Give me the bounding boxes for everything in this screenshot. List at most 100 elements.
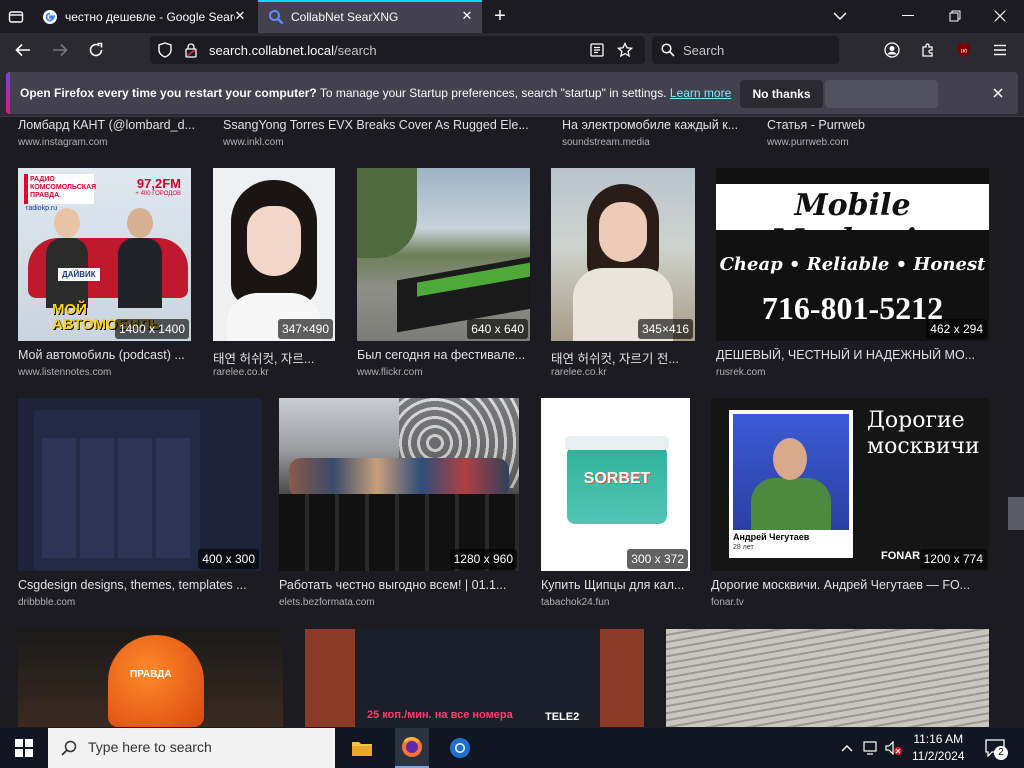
scrollbar-thumb[interactable]	[1008, 497, 1024, 530]
image-resolution: 347×490	[277, 319, 333, 339]
result-caption[interactable]: Мой автомобиль (podcast) ...	[18, 348, 193, 362]
result-domain: www.instagram.com	[18, 137, 108, 148]
new-tab-icon[interactable]: +	[490, 5, 510, 27]
result-caption[interactable]: Статья - Purrweb	[767, 118, 967, 132]
volume-muted-icon[interactable]	[884, 738, 904, 758]
result-image[interactable]: 640 x 640	[357, 168, 530, 341]
result-caption[interactable]: 태연 허쉬컷, 자르...	[213, 348, 337, 367]
result-image[interactable]: 347×490	[213, 168, 335, 341]
search-icon	[268, 9, 284, 25]
menu-icon[interactable]	[990, 40, 1010, 60]
poster-brand: FONAR	[881, 550, 921, 562]
browser-taskbar-icon[interactable]	[448, 736, 472, 760]
result-domain: www.inkl.com	[223, 137, 284, 148]
close-tab-icon[interactable]: ✕	[460, 9, 474, 23]
result-caption[interactable]: SsangYong Torres EVX Breaks Cover As Rug…	[223, 118, 543, 132]
microphone-label: ПРАВДА	[130, 669, 172, 680]
result-image[interactable]: SORBET 300 x 372	[541, 398, 690, 571]
result-caption[interactable]: На электромобиле каждый к...	[562, 118, 747, 132]
navigation-toolbar: search.collabnet.local/search Search uo	[0, 33, 1024, 67]
reader-view-icon[interactable]	[588, 41, 606, 59]
result-domain: rarelee.co.kr	[213, 367, 269, 378]
result-image[interactable]: Mobile Mechanic Cheap • Reliable • Hones…	[716, 168, 989, 341]
back-icon[interactable]	[13, 40, 33, 60]
windows-start-icon[interactable]	[14, 738, 34, 758]
tab-title: CollabNet SearXNG	[291, 9, 399, 24]
photo-people	[289, 458, 509, 498]
result-image[interactable]: Андрей Чегутаев 28 лет Дорогие москвичи …	[711, 398, 989, 571]
poster-name: Андрей Чегутаев	[733, 532, 810, 542]
result-caption[interactable]: 태연 허쉬컷, 자르기 전...	[551, 348, 697, 367]
taskbar-search-box[interactable]: Type here to search	[48, 728, 335, 768]
poster-header: РАДИО КОМСОМОЛЬСКАЯ ПРАВДА	[24, 174, 96, 204]
set-startup-button[interactable]	[825, 80, 938, 108]
learn-more-link[interactable]: Learn more	[670, 86, 731, 100]
result-domain: elets.bezformata.com	[279, 597, 375, 608]
restore-icon[interactable]	[945, 6, 965, 26]
result-image[interactable]: 400 x 300	[18, 398, 261, 571]
reload-icon[interactable]	[86, 40, 106, 60]
window-close-icon[interactable]	[990, 6, 1010, 26]
image-resolution: 1200 x 774	[919, 549, 987, 569]
result-image[interactable]: 1280 x 960	[279, 398, 519, 571]
close-notification-icon[interactable]	[989, 84, 1007, 102]
result-domain: www.purrweb.com	[767, 137, 849, 148]
minimize-icon[interactable]	[898, 6, 918, 26]
bookmark-star-icon[interactable]	[616, 41, 634, 59]
tab-searxng[interactable]: CollabNet SearXNG ✕	[258, 0, 482, 33]
result-image[interactable]: РАДИО КОМСОМОЛЬСКАЯ ПРАВДА 97,2FM + 400 …	[18, 168, 191, 341]
tab-bar: честно дешевле - Google Search ✕ CollabN…	[0, 0, 1024, 33]
tab-list-icon[interactable]	[830, 6, 850, 26]
search-bar[interactable]: Search	[652, 36, 839, 64]
search-placeholder: Search	[683, 43, 725, 58]
image-resolution: 1280 x 960	[449, 549, 517, 569]
result-caption[interactable]: Был сегодня на фестивале...	[357, 348, 533, 362]
tab-google-search[interactable]: честно дешевле - Google Search ✕	[32, 0, 255, 33]
portrait-face	[247, 206, 301, 276]
result-domain: fonar.tv	[711, 597, 744, 608]
no-thanks-button[interactable]: No thanks	[740, 80, 823, 108]
clock-time: 11:16 AM	[913, 732, 964, 746]
tracking-protection-icon[interactable]	[156, 41, 174, 59]
poster-badge: ДАЙВИК	[58, 268, 100, 281]
ad-title: Mobile Mechanic	[770, 188, 935, 258]
show-hidden-icons-icon[interactable]	[838, 738, 856, 758]
notification-center-icon[interactable]: 2	[982, 736, 1008, 760]
url-bar[interactable]: search.collabnet.local/search	[150, 36, 645, 64]
image-resolution: 300 x 372	[627, 549, 688, 569]
scrollbar-track[interactable]	[1006, 117, 1024, 727]
result-caption[interactable]: Дорогие москвичи. Андрей Чегутаев — FO..…	[711, 578, 991, 592]
result-caption[interactable]: Работать честно выгодно всем! | 01.1...	[279, 578, 521, 592]
result-caption[interactable]: ДЕШЕВЫЙ, ЧЕСТНЫЙ И НАДЕЖНЫЙ МО...	[716, 348, 991, 362]
search-icon	[660, 42, 676, 58]
account-icon[interactable]	[882, 40, 902, 60]
forward-icon[interactable]	[50, 40, 70, 60]
clock-date: 11/2/2024	[912, 749, 965, 763]
photo-microphone	[108, 635, 204, 727]
system-clock[interactable]: 11:16 AM 11/2/2024	[912, 731, 965, 765]
poster-person-head	[773, 438, 807, 480]
extensions-icon[interactable]	[918, 40, 938, 60]
result-image[interactable]: 25 коп./мин. на все номера TELE2	[305, 629, 644, 727]
firefox-taskbar-icon[interactable]	[395, 728, 429, 768]
photo-trees	[357, 168, 417, 258]
ublock-origin-icon[interactable]: uo	[954, 40, 974, 60]
firefox-view-icon[interactable]	[6, 7, 26, 27]
image-resolution: 462 x 294	[926, 319, 987, 339]
result-caption[interactable]: Csgdesign designs, themes, templates ...	[18, 578, 263, 592]
search-icon	[60, 739, 78, 757]
file-explorer-icon[interactable]	[350, 736, 374, 760]
poster-promo: 25 коп./мин. на все номера	[367, 709, 513, 721]
result-caption[interactable]: Купить Щипцы для кал...	[541, 578, 691, 592]
result-image[interactable]: 345×416	[551, 168, 695, 341]
lock-icon[interactable]	[182, 41, 200, 59]
image-results: Ломбард КАНТ (@lombard_d... www.instagra…	[0, 117, 1006, 727]
close-tab-icon[interactable]: ✕	[233, 9, 247, 23]
poster-title: Дорогие москвичи	[867, 408, 980, 459]
network-icon[interactable]	[862, 738, 880, 758]
result-domain: www.listennotes.com	[18, 367, 112, 378]
result-image[interactable]	[666, 629, 989, 727]
result-caption[interactable]: Ломбард КАНТ (@lombard_d...	[18, 118, 208, 132]
poster-frequency: 97,2FM + 400 ГОРОДОВ	[135, 176, 181, 197]
result-image[interactable]: ПРАВДА	[18, 629, 283, 727]
